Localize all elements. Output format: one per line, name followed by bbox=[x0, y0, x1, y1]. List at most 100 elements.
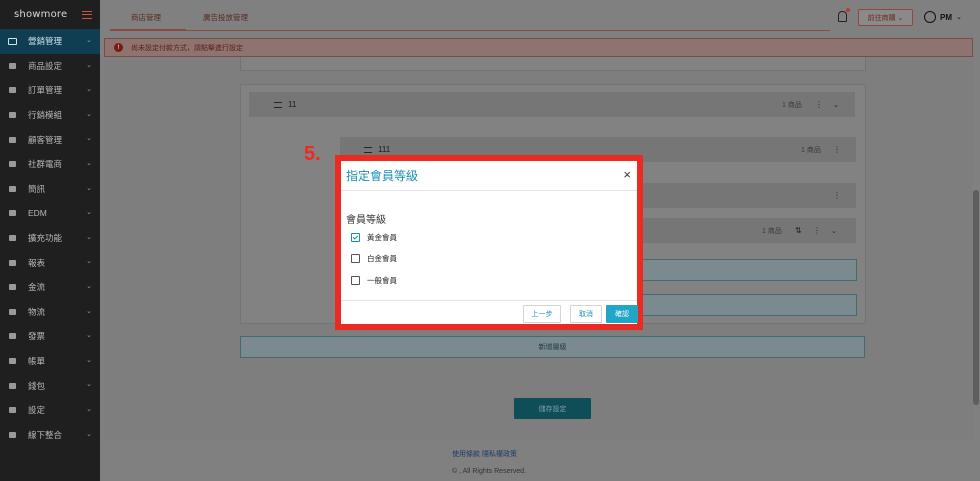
sidebar: showmore 營銷管理 ⌄ 商品設定 ⌄ 訂單管理 ⌄ 行銷模組 ⌄ 顧客管理 ⌄ 社群電商 ⌄ 簡… bbox=[0, 0, 100, 481]
user-name: PM bbox=[940, 12, 952, 22]
previous-step-button[interactable]: 上一步 bbox=[523, 305, 561, 323]
logo-row: showmore bbox=[0, 0, 100, 29]
chevron-down-icon: ⌄ bbox=[86, 209, 92, 217]
cancel-button[interactable]: 取消 bbox=[570, 305, 602, 323]
sidebar-item[interactable]: 訂單管理 ⌄ bbox=[0, 78, 100, 103]
message-icon bbox=[7, 184, 17, 193]
sidebar-item[interactable]: 擴充功能 ⌄ bbox=[0, 226, 100, 251]
logo[interactable]: showmore bbox=[14, 9, 67, 20]
sidebar-item[interactable]: 營銷管理 ⌄ bbox=[0, 29, 100, 54]
group-row-11[interactable]: 11 1 商品 ⋮ ⌄ bbox=[249, 92, 855, 117]
sidebar-item[interactable]: 行銷模組 ⌄ bbox=[0, 103, 100, 128]
add-level-button[interactable]: 新增層級 bbox=[240, 336, 865, 358]
modal-title: 指定會員等級 bbox=[346, 169, 419, 183]
drag-handle-icon[interactable] bbox=[274, 101, 282, 108]
sidebar-item[interactable]: 發票 ⌄ bbox=[0, 324, 100, 349]
chevron-down-icon: ⌄ bbox=[86, 282, 92, 290]
invoice-icon bbox=[7, 332, 17, 341]
tab-store-management[interactable]: 商店管理 bbox=[131, 12, 161, 23]
sidebar-item[interactable]: 線下整合 ⌄ bbox=[0, 423, 100, 448]
payment-alert[interactable]: ! 尚未設定付款方式，請點擊進行設定 bbox=[104, 38, 973, 57]
sidebar-item[interactable]: 物流 ⌄ bbox=[0, 300, 100, 325]
sort-icon[interactable]: ⇅ bbox=[795, 226, 802, 235]
rocket-icon bbox=[7, 234, 17, 243]
user-icon bbox=[7, 135, 17, 144]
sidebar-item[interactable]: EDM ⌄ bbox=[0, 201, 100, 226]
confirm-button[interactable]: 確認 bbox=[606, 305, 638, 323]
monitor-icon bbox=[7, 37, 17, 46]
money-bag-icon bbox=[7, 283, 17, 292]
sidebar-item-label: 顧客管理 bbox=[28, 134, 63, 145]
sidebar-item[interactable]: 商品設定 ⌄ bbox=[0, 54, 100, 79]
chevron-down-icon: ⌄ bbox=[86, 159, 92, 167]
chevron-down-icon[interactable]: ⌄ bbox=[831, 227, 837, 235]
checkbox-checked-icon[interactable] bbox=[351, 233, 360, 242]
chevron-down-icon: ⌄ bbox=[956, 14, 962, 21]
member-level-label: 會員等級 bbox=[346, 215, 386, 226]
chevron-down-icon: ⌄ bbox=[86, 61, 92, 69]
go-to-shop-button[interactable]: 前往商購 ⌄ bbox=[858, 9, 913, 26]
sidebar-item[interactable]: 錢包 ⌄ bbox=[0, 373, 100, 398]
alert-icon: ! bbox=[114, 43, 123, 52]
document-icon bbox=[7, 86, 17, 95]
topbar: 商店管理 廣告投放管理 前往商購 ⌄ PM ⌄ bbox=[100, 0, 980, 37]
sidebar-item[interactable]: 金流 ⌄ bbox=[0, 275, 100, 300]
user-menu[interactable]: PM ⌄ bbox=[924, 11, 962, 23]
sidebar-item-label: 報表 bbox=[28, 257, 46, 268]
footer-links[interactable]: 使用條款 隱私權政策 bbox=[452, 449, 517, 459]
checkbox-icon[interactable] bbox=[351, 254, 360, 263]
step-label: 5. bbox=[304, 143, 321, 165]
shop-icon bbox=[7, 430, 17, 439]
chevron-down-icon: ⌄ bbox=[86, 258, 92, 266]
option-label: 白金會員 bbox=[367, 254, 397, 263]
bell-icon[interactable] bbox=[838, 11, 847, 22]
sidebar-item-label: 設定 bbox=[28, 405, 46, 416]
tab-ad-management[interactable]: 廣告投放管理 bbox=[203, 12, 248, 23]
sidebar-item[interactable]: 簡訊 ⌄ bbox=[0, 177, 100, 202]
checkbox-icon[interactable] bbox=[351, 276, 360, 285]
chevron-down-icon: ⌄ bbox=[86, 381, 92, 389]
more-icon[interactable]: ⋮ bbox=[833, 191, 841, 200]
chevron-down-icon: ⌄ bbox=[86, 405, 92, 413]
sidebar-item[interactable]: 顧客管理 ⌄ bbox=[0, 127, 100, 152]
sidebar-item-label: 營銷管理 bbox=[28, 36, 63, 47]
modal-body: 會員等級 黃金會員 白金會員 一般會員 bbox=[341, 191, 637, 300]
chevron-down-icon: ⌄ bbox=[86, 332, 92, 340]
sidebar-item[interactable]: 報表 ⌄ bbox=[0, 250, 100, 275]
more-icon[interactable]: ⋮ bbox=[833, 145, 841, 154]
modal-footer: 上一步 取消 確認 bbox=[341, 300, 638, 324]
save-settings-button[interactable]: 儲存設定 bbox=[514, 398, 591, 419]
sidebar-item[interactable]: 帳單 ⌄ bbox=[0, 349, 100, 374]
sidebar-item-label: 簡訊 bbox=[28, 183, 46, 194]
drag-handle-icon[interactable] bbox=[364, 146, 372, 153]
footer-copyright: © , All Rights Reserved. bbox=[452, 468, 527, 475]
hamburger-menu-icon[interactable] bbox=[82, 10, 92, 19]
sidebar-item-label: 帳單 bbox=[28, 356, 46, 367]
group-name: 11 bbox=[288, 100, 297, 109]
store-icon bbox=[7, 160, 17, 169]
group-count: 1 商品 bbox=[801, 146, 821, 154]
more-icon[interactable]: ⋮ bbox=[815, 100, 823, 109]
option-regular-member[interactable]: 一般會員 bbox=[351, 275, 397, 286]
chevron-down-icon[interactable]: ⌄ bbox=[833, 101, 839, 109]
chevron-down-icon: ⌄ bbox=[86, 110, 92, 118]
user-avatar-icon bbox=[924, 11, 936, 23]
sidebar-nav: 營銷管理 ⌄ 商品設定 ⌄ 訂單管理 ⌄ 行銷模組 ⌄ 顧客管理 ⌄ 社群電商 ⌄ 簡訊 ⌄ EDM ⌄ 擴充功… bbox=[0, 29, 100, 447]
gear-icon bbox=[7, 406, 17, 415]
chevron-down-icon: ⌄ bbox=[86, 356, 92, 364]
more-icon[interactable]: ⋮ bbox=[813, 226, 821, 235]
tab-active-indicator bbox=[110, 29, 186, 31]
option-gold-member[interactable]: 黃金會員 bbox=[351, 232, 397, 243]
notification-dot bbox=[846, 8, 850, 12]
chevron-down-icon: ⌄ bbox=[86, 430, 92, 438]
chevron-down-icon: ⌄ bbox=[86, 184, 92, 192]
scrollbar[interactable] bbox=[973, 190, 979, 405]
option-platinum-member[interactable]: 白金會員 bbox=[351, 253, 397, 264]
sidebar-item[interactable]: 設定 ⌄ bbox=[0, 398, 100, 423]
chevron-down-icon: ⌄ bbox=[86, 233, 92, 241]
sidebar-item-label: 錢包 bbox=[28, 380, 46, 391]
close-icon[interactable]: × bbox=[623, 168, 631, 181]
sidebar-item[interactable]: 社群電商 ⌄ bbox=[0, 152, 100, 177]
tab-divider bbox=[110, 30, 830, 31]
box-icon bbox=[7, 61, 17, 70]
